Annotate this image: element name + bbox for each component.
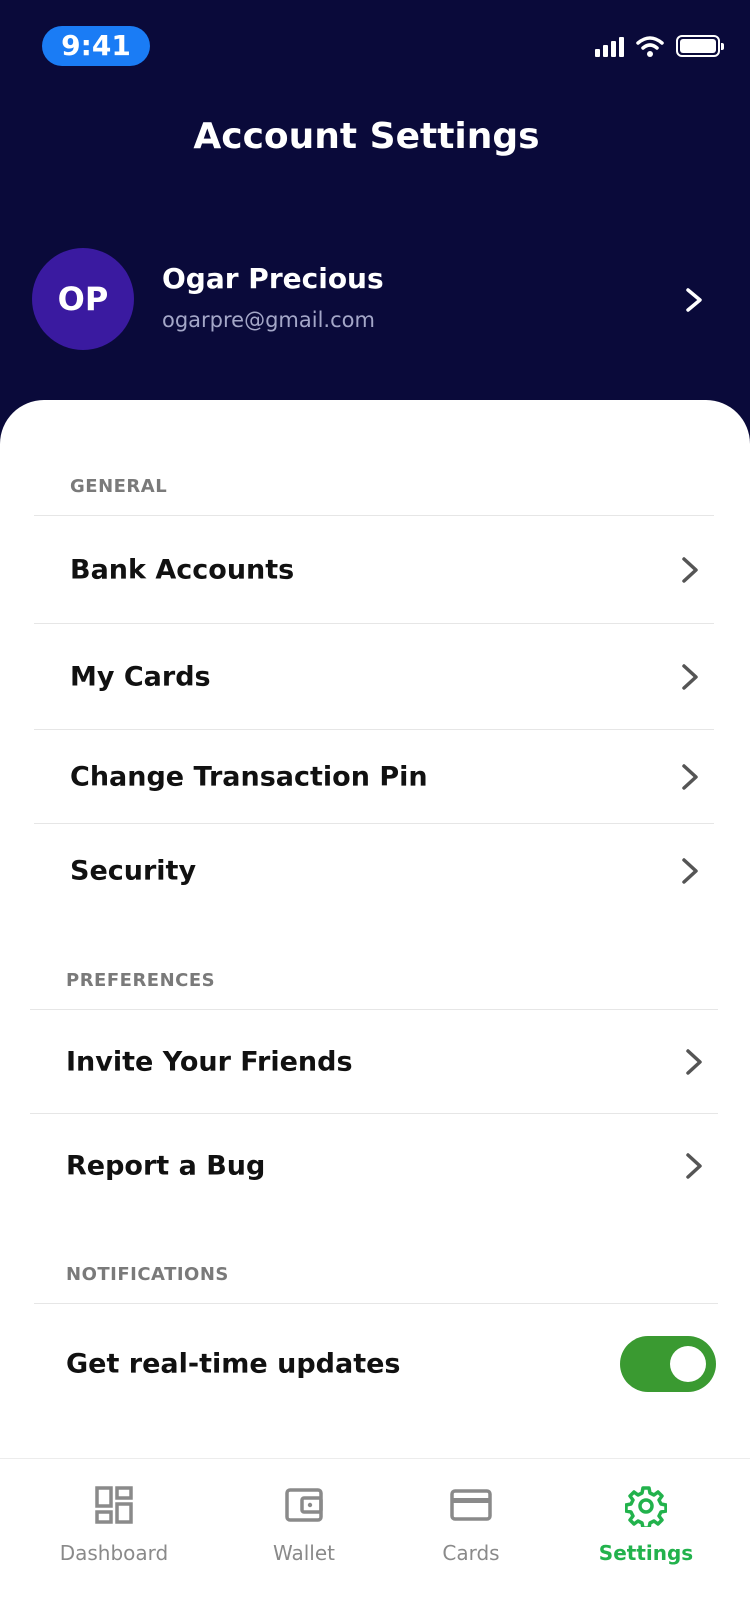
chevron-right-icon bbox=[682, 763, 698, 790]
row-invite-friends[interactable]: Invite Your Friends bbox=[30, 1009, 718, 1113]
gear-icon bbox=[625, 1486, 667, 1527]
header: 9:41 Account Settings OP Ogar Precious o… bbox=[0, 0, 750, 440]
row-label: Invite Your Friends bbox=[66, 1046, 353, 1077]
battery-icon bbox=[676, 35, 724, 57]
row-report-bug[interactable]: Report a Bug bbox=[30, 1113, 718, 1217]
card-icon bbox=[450, 1489, 492, 1521]
status-icons bbox=[595, 34, 724, 58]
row-label: Get real-time updates bbox=[66, 1348, 401, 1379]
dashboard-icon bbox=[95, 1486, 133, 1524]
profile-name: Ogar Precious bbox=[162, 262, 384, 295]
status-bar: 9:41 bbox=[0, 0, 750, 92]
row-bank-accounts[interactable]: Bank Accounts bbox=[34, 515, 714, 623]
tab-label: Wallet bbox=[272, 1541, 335, 1565]
status-time: 9:41 bbox=[42, 26, 150, 66]
chevron-right-icon bbox=[682, 556, 698, 583]
tab-wallet[interactable]: Wallet bbox=[224, 1459, 384, 1579]
profile-row[interactable]: OP Ogar Precious ogarpre@gmail.com bbox=[32, 248, 712, 352]
row-label: Change Transaction Pin bbox=[70, 761, 428, 792]
section-label-notifications: NOTIFICATIONS bbox=[66, 1264, 229, 1285]
tab-label: Cards bbox=[442, 1541, 500, 1565]
tab-label: Dashboard bbox=[59, 1541, 169, 1565]
tab-cards[interactable]: Cards bbox=[391, 1459, 551, 1579]
chevron-right-icon bbox=[686, 288, 702, 312]
row-label: Bank Accounts bbox=[70, 554, 295, 585]
tab-settings[interactable]: Settings bbox=[566, 1459, 726, 1579]
profile-email: ogarpre@gmail.com bbox=[162, 308, 375, 332]
wallet-icon bbox=[285, 1488, 323, 1522]
row-realtime-updates: Get real-time updates bbox=[34, 1303, 718, 1423]
row-my-cards[interactable]: My Cards bbox=[34, 623, 714, 729]
row-label: My Cards bbox=[70, 661, 211, 692]
row-label: Security bbox=[70, 855, 197, 886]
section-label-preferences: PREFERENCES bbox=[66, 970, 216, 991]
chevron-right-icon bbox=[686, 1152, 702, 1179]
toggle-knob bbox=[670, 1346, 706, 1382]
chevron-right-icon bbox=[682, 663, 698, 690]
row-label: Report a Bug bbox=[66, 1150, 266, 1181]
realtime-updates-toggle[interactable] bbox=[620, 1336, 716, 1392]
section-label-general: GENERAL bbox=[70, 476, 168, 497]
wifi-icon bbox=[636, 36, 664, 57]
tab-dashboard[interactable]: Dashboard bbox=[34, 1459, 194, 1579]
row-change-transaction-pin[interactable]: Change Transaction Pin bbox=[34, 729, 714, 823]
tab-bar: Dashboard Wallet Cards Settings bbox=[0, 1458, 750, 1624]
chevron-right-icon bbox=[686, 1048, 702, 1075]
signal-icon bbox=[595, 35, 624, 57]
page-title: Account Settings bbox=[193, 116, 540, 157]
row-security[interactable]: Security bbox=[34, 823, 714, 917]
tab-label: Settings bbox=[598, 1541, 694, 1565]
chevron-right-icon bbox=[682, 857, 698, 884]
avatar: OP bbox=[32, 248, 134, 350]
